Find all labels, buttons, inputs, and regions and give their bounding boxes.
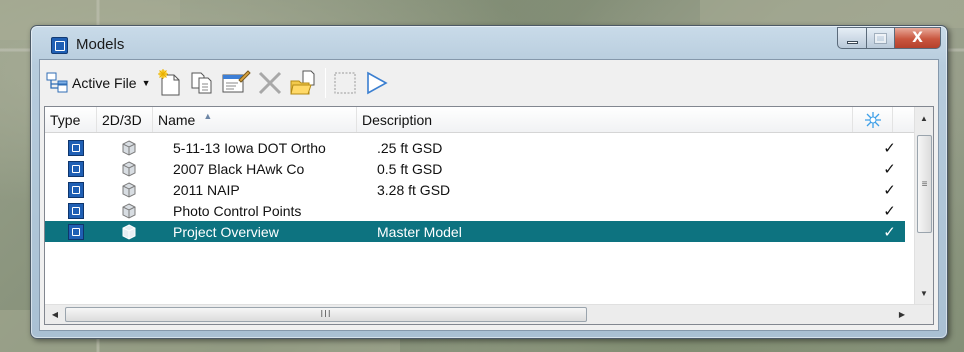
new-model-icon [157, 69, 179, 96]
column-header-description[interactable]: Description [357, 107, 853, 132]
display-checkmark[interactable]: ✓ [869, 202, 905, 220]
minimize-button[interactable] [837, 27, 867, 49]
copy-model-icon [191, 72, 211, 94]
model-description: 3.28 ft GSD [377, 181, 451, 198]
model-name: 2007 Black HAwk Co [173, 160, 305, 177]
vertical-thumb-grip: ≡ [921, 178, 928, 190]
dim-cell [97, 202, 165, 219]
3d-model-icon [122, 182, 136, 198]
model-properties-button[interactable] [221, 66, 251, 100]
scroll-left-icon[interactable]: ◀ [46, 306, 64, 323]
dim-cell [97, 160, 165, 177]
dialog-body: Active File ▼ Type 2D/3D Name ▲ Descript… [39, 59, 939, 331]
column-header-description-label: Description [362, 111, 433, 128]
type-cell [45, 223, 97, 241]
type-cell [45, 181, 97, 199]
minimize-icon [846, 40, 858, 44]
copy-model-button[interactable] [189, 66, 215, 100]
dim-cell [97, 223, 165, 240]
column-header-name-label: Name [158, 111, 196, 128]
scroll-up-icon[interactable]: ▲ [915, 109, 933, 127]
model-description: 0.5 ft GSD [377, 160, 443, 177]
models-source-icon [46, 72, 68, 93]
import-model-button[interactable] [289, 66, 317, 100]
dropdown-arrow-icon: ▼ [141, 78, 151, 88]
model-type-icon [68, 203, 84, 220]
close-button[interactable]: X [895, 27, 941, 49]
select-all-button[interactable] [332, 66, 358, 100]
horizontal-scrollbar[interactable]: ◀ III ▶ [45, 304, 933, 324]
active-file-label: Active File [72, 75, 137, 91]
dim-cell [97, 139, 165, 156]
model-name: 5-11-13 Iowa DOT Ortho [173, 139, 326, 156]
models-dialog: Models X Active File ▼ Type 2D/3D Name ▲… [30, 25, 948, 339]
window-title: Models [76, 36, 125, 53]
column-header-type[interactable]: Type [45, 107, 97, 132]
model-type-icon [68, 161, 84, 178]
type-cell [45, 202, 97, 220]
3d-model-icon [122, 140, 136, 156]
column-header-2d3d-label: 2D/3D [102, 111, 142, 128]
open-model-icon [366, 71, 388, 95]
model-name: 2011 NAIP [173, 181, 240, 198]
vertical-scroll-thumb[interactable]: ≡ [917, 135, 932, 233]
maximize-button[interactable] [867, 27, 895, 49]
toolbar: Active File ▼ [40, 60, 938, 106]
model-description: Master Model [377, 223, 462, 240]
model-description: .25 ft GSD [377, 139, 443, 156]
dim-cell [97, 181, 165, 198]
display-toggle-icon [864, 111, 881, 128]
3d-model-icon [122, 203, 136, 219]
open-model-button[interactable] [364, 66, 390, 100]
import-icon [289, 70, 314, 95]
column-header-type-label: Type [50, 111, 81, 128]
model-properties-icon [222, 70, 251, 93]
list-item[interactable]: Project Overview Master Model ✓ [45, 221, 905, 242]
horizontal-thumb-grip: III [320, 309, 332, 320]
list-item[interactable]: 2007 Black HAwk Co 0.5 ft GSD ✓ [45, 158, 905, 179]
delete-icon [258, 71, 281, 95]
model-type-icon [68, 224, 84, 241]
close-icon: X [912, 30, 923, 46]
model-type-icon [68, 140, 84, 157]
list-item[interactable]: 2011 NAIP 3.28 ft GSD ✓ [45, 179, 905, 200]
display-checkmark[interactable]: ✓ [869, 181, 905, 199]
models-list: Type 2D/3D Name ▲ Description 5-11-13 Iow… [44, 106, 934, 325]
column-header-name[interactable]: Name ▲ [153, 107, 357, 132]
vertical-scrollbar[interactable]: ▲ ≡ ▼ [914, 107, 933, 304]
type-cell [45, 160, 97, 178]
active-file-dropdown[interactable]: Active File ▼ [46, 66, 151, 100]
model-name: Project Overview [173, 223, 279, 240]
horizontal-scroll-thumb[interactable]: III [65, 307, 587, 322]
list-item[interactable]: Photo Control Points ✓ [45, 200, 905, 221]
scroll-right-icon[interactable]: ▶ [893, 306, 911, 323]
title-bar[interactable]: Models X [31, 26, 947, 60]
type-cell [45, 139, 97, 157]
toolbar-separator [324, 68, 326, 98]
display-checkmark[interactable]: ✓ [869, 160, 905, 178]
scroll-down-icon[interactable]: ▼ [915, 284, 933, 302]
column-header-2d3d[interactable]: 2D/3D [97, 107, 153, 132]
model-type-icon [68, 182, 84, 199]
models-rows: 5-11-13 Iowa DOT Ortho .25 ft GSD ✓ 2007 Bl… [45, 137, 905, 242]
column-header-display[interactable] [853, 107, 893, 132]
new-model-button[interactable] [157, 66, 183, 100]
model-name: Photo Control Points [173, 202, 302, 219]
delete-model-button[interactable] [257, 66, 283, 100]
display-checkmark[interactable]: ✓ [869, 223, 905, 241]
list-header: Type 2D/3D Name ▲ Description [45, 107, 933, 133]
maximize-icon [874, 32, 887, 44]
sort-ascending-icon: ▲ [203, 110, 213, 121]
select-all-icon [334, 72, 355, 94]
3d-model-icon [122, 224, 136, 240]
models-window-icon [51, 37, 68, 54]
3d-model-icon [122, 161, 136, 177]
list-item[interactable]: 5-11-13 Iowa DOT Ortho .25 ft GSD ✓ [45, 137, 905, 158]
display-checkmark[interactable]: ✓ [869, 139, 905, 157]
